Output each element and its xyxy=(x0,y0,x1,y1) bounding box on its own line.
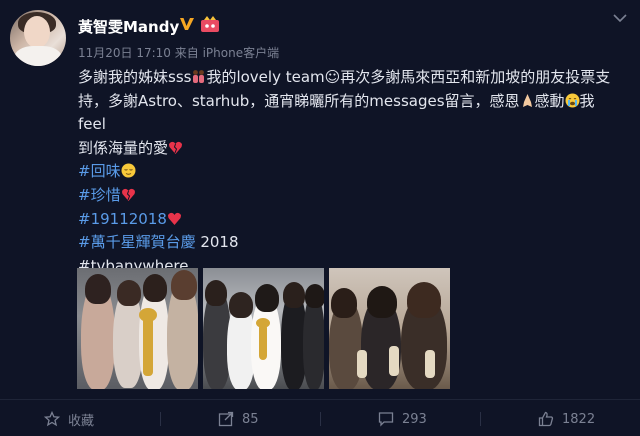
favorite-button[interactable]: 收藏 xyxy=(44,410,95,429)
content-line3: 到係海量的愛 xyxy=(78,138,169,157)
comment-count: 293 xyxy=(402,411,427,427)
hashtag-huiwei[interactable]: #回味 xyxy=(78,162,121,180)
hashtag-zhenxi[interactable]: #珍惜 xyxy=(78,186,121,204)
weibo-post: 黃智雯Mandy 11月20日 17:10 来自 iPhone客户端 多謝我的姊… xyxy=(0,0,640,436)
like-count: 1822 xyxy=(562,411,596,427)
avatar[interactable] xyxy=(10,10,66,66)
footer-separator xyxy=(480,412,481,426)
star-icon xyxy=(44,411,60,427)
heart-icon xyxy=(167,212,181,225)
chevron-down-icon[interactable] xyxy=(612,12,628,24)
comment-button[interactable]: 293 xyxy=(378,410,427,428)
hashtag-year-text: 2018 xyxy=(195,233,239,252)
photo-2[interactable] xyxy=(203,268,324,389)
author-name[interactable]: 黃智雯Mandy xyxy=(78,16,179,37)
post-meta: 11月20日 17:10 来自 iPhone客户端 xyxy=(78,46,280,60)
content-line1a: 多謝我的姊妹sss xyxy=(78,68,192,86)
photo-3[interactable] xyxy=(329,268,450,389)
comment-icon xyxy=(378,412,394,427)
post-content: 多謝我的姊妹sss 我的lovely team☺再次多謝馬來西亞和新加坡的朋友投票… xyxy=(78,66,618,278)
like-button[interactable]: 1822 xyxy=(538,410,595,428)
photo-1[interactable] xyxy=(77,268,198,389)
hashtag-date[interactable]: #19112018 xyxy=(78,210,167,228)
content-line2a: 持，多謝Astro、starhub，通宵睇曬所有的messages留言，感恩 xyxy=(78,91,520,110)
content-line2b: 感動 xyxy=(534,91,565,110)
footer-separator xyxy=(160,412,161,426)
repost-icon xyxy=(218,411,234,427)
footer-separator xyxy=(320,412,321,426)
repost-count: 85 xyxy=(242,411,259,427)
broken-heart-icon xyxy=(121,188,135,201)
favorite-label: 收藏 xyxy=(68,413,95,429)
verified-icon xyxy=(180,18,194,30)
broken-heart-icon xyxy=(169,141,182,154)
hashtag-tvb-anniversary[interactable]: #萬千星輝賀台慶 xyxy=(78,233,196,251)
relieved-face-icon xyxy=(121,163,136,178)
repost-button[interactable]: 85 xyxy=(218,410,259,428)
vip-icon[interactable] xyxy=(200,15,220,33)
content-line1b: 我的lovely team☺再次多謝馬來西亞和新加坡的朋友投票支 xyxy=(206,68,611,86)
pray-emoji-icon xyxy=(522,93,532,107)
crying-face-icon xyxy=(565,93,580,108)
sisters-emoji-icon xyxy=(193,70,205,83)
action-bar: 收藏 85 293 1822 xyxy=(0,400,640,436)
like-icon xyxy=(538,411,554,427)
